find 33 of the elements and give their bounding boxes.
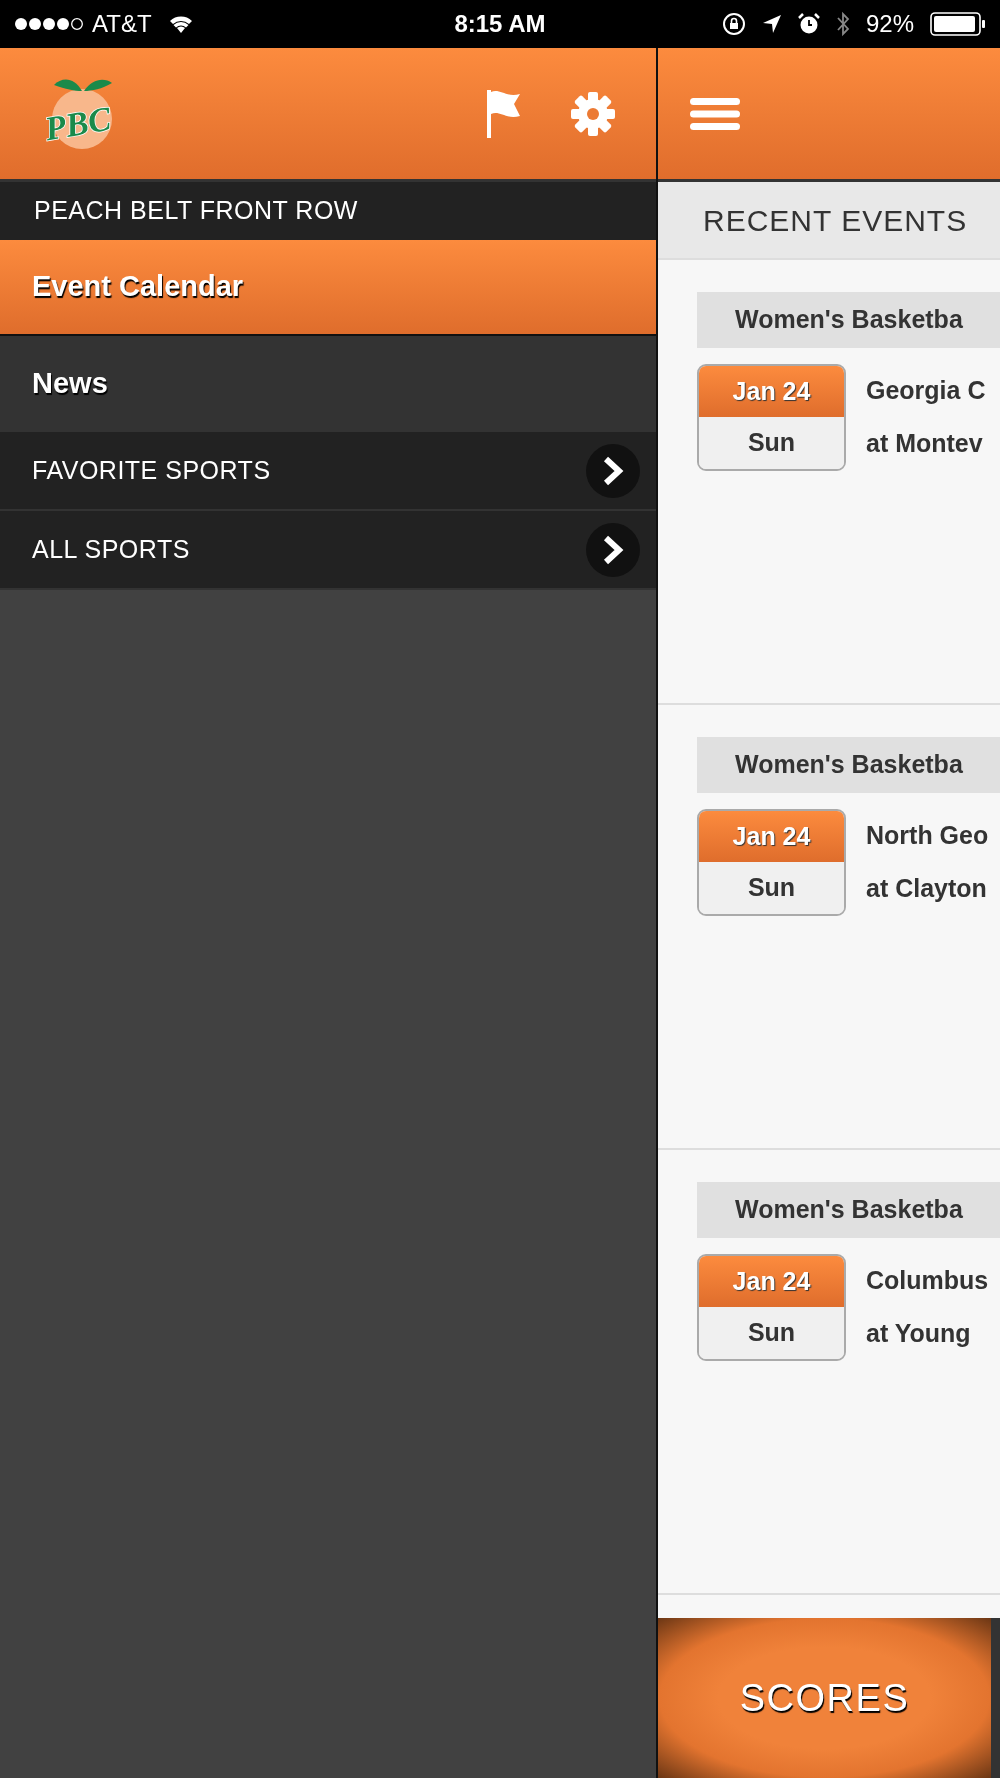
bluetooth-icon bbox=[835, 11, 850, 37]
rotation-lock-icon bbox=[721, 12, 746, 36]
clock-time: 8:15 AM bbox=[454, 9, 546, 39]
date-label: Jan 24 bbox=[699, 366, 844, 417]
battery-icon bbox=[930, 12, 986, 36]
matchup-text: North Geo bbox=[866, 820, 989, 851]
logo: PBC bbox=[32, 70, 122, 157]
carrier-name: AT&T bbox=[92, 9, 152, 39]
section-heading: RECENT EVENTS bbox=[703, 202, 968, 239]
location-arrow-icon bbox=[761, 14, 782, 34]
date-label: Jan 24 bbox=[699, 1256, 844, 1307]
venue-text: at Clayton bbox=[866, 873, 988, 904]
category-label: Women's Basketba bbox=[697, 292, 1000, 348]
alarm-icon bbox=[797, 13, 820, 35]
menu-item[interactable]: News bbox=[0, 336, 656, 432]
venue-text: at Montev bbox=[866, 428, 984, 459]
menu-icon[interactable] bbox=[690, 96, 740, 131]
category-label: Women's Basketba bbox=[697, 1182, 1000, 1238]
menu-heading: PEACH BELT FRONT ROW bbox=[34, 195, 358, 227]
date-label: Jan 24 bbox=[699, 811, 844, 862]
menu-item[interactable]: ALL SPORTS bbox=[0, 511, 656, 590]
battery-percent: 92% bbox=[865, 9, 914, 39]
matchup-text: Georgia C bbox=[866, 375, 986, 406]
venue-text: at Young bbox=[866, 1318, 972, 1349]
settings-icon[interactable] bbox=[570, 90, 616, 137]
weekday-label: Sun bbox=[699, 417, 844, 469]
weekday-label: Sun bbox=[699, 1307, 844, 1359]
menu-item[interactable]: FAVORITE SPORTS bbox=[0, 432, 656, 511]
category-label: Women's Basketba bbox=[697, 737, 1000, 793]
signal-icon bbox=[14, 16, 84, 32]
matchup-text: Columbus bbox=[866, 1265, 989, 1296]
weekday-label: Sun bbox=[699, 862, 844, 914]
flag-icon[interactable] bbox=[484, 87, 522, 140]
